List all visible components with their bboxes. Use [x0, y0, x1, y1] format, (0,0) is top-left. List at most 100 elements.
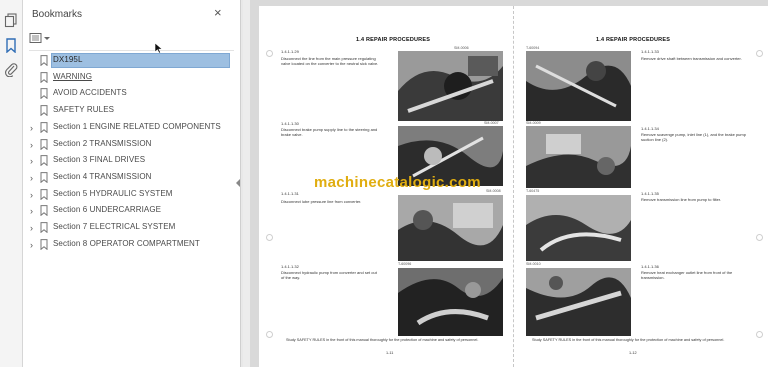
pages-icon[interactable] [3, 12, 19, 28]
photo-code: SM-0006 [454, 46, 469, 50]
bookmark-ribbon-icon [40, 238, 48, 250]
step-text: Disconnect brake pump supply line to the… [281, 127, 378, 137]
bookmark-item[interactable]: › Section 3 FINAL DRIVES [23, 153, 233, 169]
binder-hole [756, 50, 763, 57]
bookmark-item[interactable]: › Section 1 ENGINE RELATED COMPONENTS [23, 120, 233, 136]
step-number: 1.4.1.1.36 [641, 264, 659, 269]
photo-code: SM-0009 [526, 121, 541, 125]
bookmark-item[interactable]: SAFETY RULES [23, 103, 233, 119]
step-number: 1.4.1.1.29 [281, 49, 299, 54]
bookmark-item[interactable]: › Section 6 UNDERCARRIAGE [23, 203, 233, 219]
photo-code: T-60094 [526, 46, 540, 50]
bookmark-ribbon-icon [40, 88, 48, 100]
bookmark-item[interactable]: WARNING [23, 70, 233, 86]
page-divider [513, 6, 514, 367]
close-icon[interactable]: × [214, 6, 222, 20]
bookmark-ribbon-icon [40, 105, 48, 117]
page-heading: 1.4 REPAIR PROCEDURES [356, 37, 431, 43]
repair-photo [398, 195, 503, 261]
repair-photo [526, 195, 631, 261]
bookmark-label: Section 8 OPERATOR COMPARTMENT [53, 238, 200, 248]
step-text: Remove drive shaft between transmission … [641, 56, 742, 61]
attachment-icon[interactable] [3, 61, 19, 77]
repair-photo [526, 268, 631, 336]
repair-photo [398, 268, 503, 336]
panel-divider [29, 50, 234, 51]
bookmark-label: WARNING [53, 71, 93, 81]
binder-hole [266, 50, 273, 57]
bookmarks-panel: Bookmarks × DX195L WARNING AVOID ACCIDENTS… [23, 0, 241, 367]
bookmark-label: Section 4 TRANSMISSION [53, 171, 152, 181]
bookmark-label: SAFETY RULES [53, 105, 115, 115]
expand-chevron-icon[interactable]: › [30, 223, 38, 233]
bookmark-ribbon-icon [40, 171, 48, 183]
binder-hole [266, 234, 273, 241]
repair-photo [526, 126, 631, 188]
bookmark-label: Section 1 ENGINE RELATED COMPONENTS [53, 121, 221, 131]
expand-chevron-icon[interactable]: › [30, 240, 38, 250]
page-1-12: 1.4 REPAIR PROCEDURES T-60094 1.4.1.1.33… [515, 6, 768, 367]
step-text: Disconnect the line from the main pressu… [281, 56, 379, 66]
expand-chevron-icon[interactable]: › [30, 140, 38, 150]
step-text: Disconnect hydraulic pump from converter… [281, 270, 377, 280]
step-number: 1.4.1.1.34 [641, 126, 659, 131]
bookmark-label: Section 2 TRANSMISSION [53, 138, 152, 148]
page-number: 1-11 [386, 351, 394, 355]
bookmark-item[interactable]: › Section 2 TRANSMISSION [23, 137, 233, 153]
step-text: Remove heat exchanger outlet line from f… [641, 270, 733, 280]
bookmark-label: AVOID ACCIDENTS [53, 88, 127, 98]
expand-chevron-icon[interactable]: › [30, 190, 38, 200]
bookmark-label: Section 7 ELECTRICAL SYSTEM [53, 222, 176, 231]
step-number: 1.4.1.1.30 [281, 121, 299, 126]
binder-hole [756, 331, 763, 338]
bookmark-options-button[interactable] [29, 31, 51, 45]
binder-hole [266, 331, 273, 338]
photo-code: T-60096 [398, 262, 412, 266]
step-number: 1.4.1.1.33 [641, 49, 659, 54]
collapse-panel-icon[interactable] [233, 176, 243, 190]
bookmark-ribbon-icon [40, 205, 48, 217]
photo-code: SM-0008 [486, 189, 501, 193]
panel-scrollbar[interactable] [243, 0, 250, 367]
step-number: 1.4.1.1.31 [281, 191, 299, 196]
bookmark-ribbon-icon [40, 138, 48, 150]
step-text: Disconnect lube pressure line from conve… [281, 199, 362, 204]
page-number: 1-12 [629, 351, 637, 355]
step-text: Remove transmission line from pump to fi… [641, 197, 722, 202]
side-toolbar [0, 0, 23, 367]
expand-chevron-icon[interactable]: › [30, 123, 38, 133]
expand-chevron-icon[interactable]: › [30, 206, 38, 216]
bookmark-ribbon-icon [40, 55, 48, 66]
bookmark-icon[interactable] [3, 37, 19, 53]
photo-code: SM-0010 [526, 262, 541, 266]
bookmark-ribbon-icon [40, 222, 48, 233]
binder-hole [756, 234, 763, 241]
repair-photo [398, 51, 503, 121]
expand-chevron-icon[interactable]: › [30, 156, 38, 166]
photo-code: T-60475 [526, 189, 540, 193]
bookmark-item[interactable]: › Section 8 OPERATOR COMPARTMENT [23, 237, 233, 253]
photo-code: SM-0007 [484, 121, 499, 125]
bookmark-ribbon-icon [40, 121, 48, 133]
document-view[interactable]: 1.4 REPAIR PROCEDURES 1.4.1.1.29 Disconn… [250, 0, 768, 367]
bookmark-item[interactable]: › Section 5 HYDRAULIC SYSTEM [23, 187, 233, 203]
bookmark-label: Section 6 UNDERCARRIAGE [53, 205, 162, 215]
bookmark-label: Section 5 HYDRAULIC SYSTEM [53, 188, 173, 198]
bookmark-label: DX195L [53, 55, 83, 64]
step-number: 1.4.1.1.35 [641, 191, 659, 196]
pdf-viewer: Bookmarks × DX195L WARNING AVOID ACCIDENTS… [0, 0, 768, 367]
repair-photo [526, 51, 631, 121]
expand-chevron-icon[interactable]: › [30, 173, 38, 183]
page-footer: Study SAFETY RULES in the front of this … [532, 338, 725, 342]
bookmark-label: Section 3 FINAL DRIVES [53, 155, 146, 165]
bookmark-ribbon-icon [40, 155, 48, 167]
page-heading: 1.4 REPAIR PROCEDURES [596, 37, 671, 43]
step-text: Remove scavenge pump, inlet line (1), an… [641, 132, 746, 142]
bookmark-item[interactable]: AVOID ACCIDENTS [23, 86, 233, 102]
bookmark-item[interactable]: › Section 4 TRANSMISSION [23, 170, 233, 186]
panel-title: Bookmarks [32, 9, 83, 20]
bookmark-ribbon-icon [40, 71, 48, 83]
watermark-text: machinecatalogic.com [314, 174, 481, 191]
bookmark-item[interactable]: DX195L [23, 53, 233, 69]
bookmark-item[interactable]: › Section 7 ELECTRICAL SYSTEM [23, 220, 233, 236]
